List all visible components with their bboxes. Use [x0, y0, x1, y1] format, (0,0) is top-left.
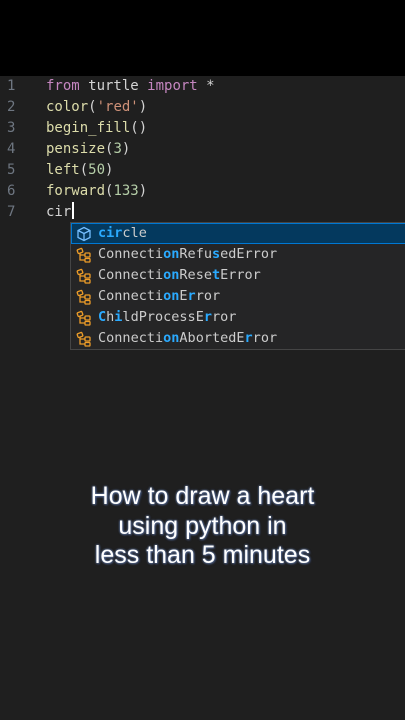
code-token: 'red'	[96, 99, 139, 115]
suggestion-label: ConnectionAbortedError	[98, 330, 278, 346]
caption-line-3: less than 5 minutes	[94, 541, 311, 569]
code-token: )	[138, 99, 148, 115]
cube-method-icon	[76, 226, 92, 242]
code-line[interactable]: 4 pensize(3)	[0, 139, 405, 160]
suggestion-label: circle	[98, 225, 147, 241]
suggestion-label: ConnectionError	[98, 288, 221, 304]
code-token: )	[105, 162, 114, 178]
text-cursor	[72, 202, 75, 219]
code-line[interactable]: 1 from turtle import *	[0, 76, 405, 97]
code-line[interactable]: 5 left(50)	[0, 160, 405, 181]
code-token: pensize	[46, 141, 106, 157]
line-number: 2	[7, 99, 16, 115]
code-text[interactable]: color('red')	[46, 97, 147, 118]
line-number: 7	[7, 204, 16, 220]
suggestion-widget[interactable]: circle ConnectionRefusedError ConnectionRe…	[70, 222, 405, 350]
code-line[interactable]: 3 begin_fill()	[0, 118, 405, 139]
caption-line-2: using python in	[118, 511, 287, 540]
line-number: 5	[7, 162, 16, 178]
code-token: turtle	[79, 78, 148, 94]
code-token: import	[147, 78, 198, 94]
suggestion-item[interactable]: ConnectionRefusedError	[71, 244, 405, 265]
code-line[interactable]: 2 color('red')	[0, 97, 405, 118]
suggestion-label: ChildProcessError	[98, 309, 237, 325]
code-token: from	[46, 78, 80, 94]
code-token: (	[79, 162, 89, 178]
class-icon	[76, 310, 92, 326]
code-token: )	[138, 183, 148, 199]
code-text[interactable]: begin_fill()	[46, 118, 147, 139]
code-text[interactable]: pensize(3)	[46, 139, 130, 160]
code-text[interactable]: forward(133)	[46, 181, 147, 202]
code-text[interactable]: cir	[46, 202, 75, 223]
suggestion-item[interactable]: ConnectionError	[71, 286, 405, 307]
class-icon	[76, 247, 92, 263]
code-token: color	[46, 99, 89, 115]
class-icon	[76, 268, 92, 284]
code-token: 3	[113, 141, 122, 157]
suggestion-item[interactable]: circle	[71, 223, 405, 244]
line-number: 4	[7, 141, 16, 157]
code-token: )	[121, 141, 131, 157]
class-icon	[76, 289, 92, 305]
video-top-band	[0, 0, 405, 76]
code-line[interactable]: 7 cir	[0, 202, 405, 223]
line-number: 1	[7, 78, 16, 94]
suggestion-label: ConnectionRefusedError	[98, 246, 278, 262]
code-token: 50	[88, 162, 106, 178]
suggestion-label: ConnectionResetError	[98, 267, 261, 283]
code-line[interactable]: 6 forward(133)	[0, 181, 405, 202]
code-token: begin_fill	[46, 120, 131, 136]
video-caption: How to draw a heart using python in less…	[0, 482, 405, 571]
class-icon	[76, 331, 92, 347]
code-token: 133	[113, 183, 139, 199]
caption-line-1: How to draw a heart	[90, 482, 315, 510]
suggestion-item[interactable]: ConnectionAbortedError	[71, 328, 405, 349]
code-token: forward	[46, 183, 106, 199]
code-token: *	[197, 78, 215, 94]
code-token: (	[88, 99, 97, 115]
code-text[interactable]: from turtle import *	[46, 76, 215, 97]
suggestion-item[interactable]: ChildProcessError	[71, 307, 405, 328]
code-token: ()	[130, 120, 148, 136]
line-number: 3	[7, 120, 16, 136]
line-number: 6	[7, 183, 16, 199]
code-token: left	[46, 162, 80, 178]
suggestion-item[interactable]: ConnectionResetError	[71, 265, 405, 286]
code-text[interactable]: left(50)	[46, 160, 113, 181]
code-token: cir	[46, 204, 72, 220]
